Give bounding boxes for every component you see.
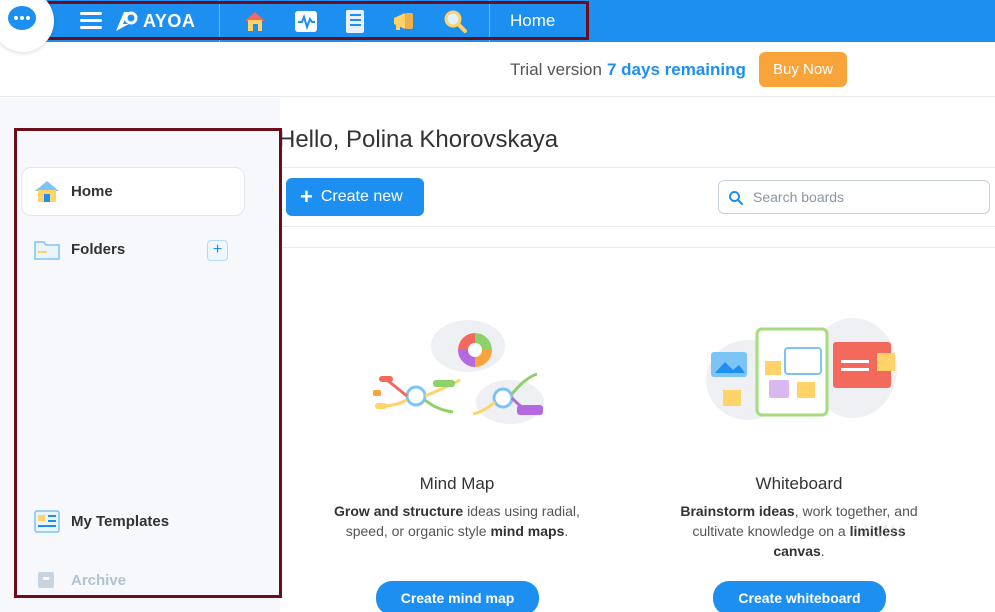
divider <box>278 226 995 227</box>
nav-highlight-frame <box>35 1 589 40</box>
search-input[interactable] <box>753 187 973 207</box>
plus-icon: + <box>300 184 313 209</box>
buy-now-button[interactable]: Buy Now <box>759 52 847 87</box>
whiteboard-illustration-icon <box>706 318 897 420</box>
create-whiteboard-button[interactable]: Create whiteboard <box>713 581 886 612</box>
search-boards-field[interactable] <box>718 180 990 214</box>
search-icon <box>729 191 743 205</box>
create-mind-map-button[interactable]: Create mind map <box>376 581 539 612</box>
sidebar-highlight-frame <box>14 128 282 598</box>
trial-label: Trial version <box>510 60 602 79</box>
chat-icon <box>8 6 36 30</box>
page-greeting: Hello, Polina Khorovskaya <box>278 126 559 153</box>
whiteboard-title: Whiteboard <box>755 474 843 493</box>
trial-banner: Trial version 7 days remaining Buy Now <box>0 42 995 97</box>
mind-map-illustration-icon <box>373 320 544 424</box>
create-new-button[interactable]: + Create new <box>286 178 424 216</box>
trial-days-remaining: 7 days remaining <box>607 60 746 79</box>
mind-map-description: Grow and structure ideas using radial, s… <box>334 503 580 539</box>
watermark-text: КИН <box>863 522 906 542</box>
divider <box>278 247 995 248</box>
divider <box>278 167 995 168</box>
mind-map-title: Mind Map <box>419 474 495 493</box>
create-new-label: Create new <box>320 188 403 205</box>
